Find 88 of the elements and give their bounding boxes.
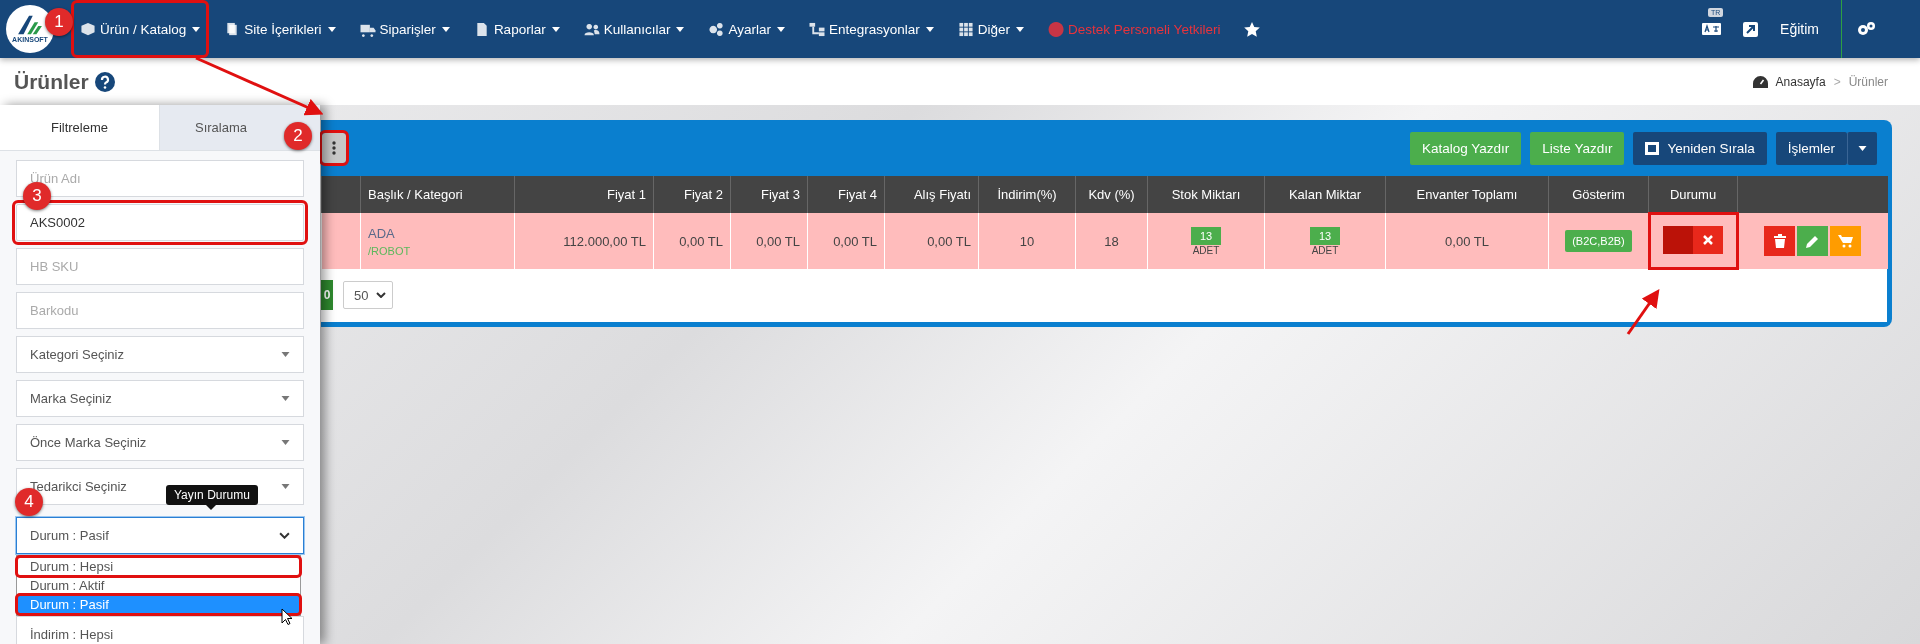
chevron-down-icon [376, 292, 386, 298]
nav-menu-item[interactable]: Ayarlar [702, 3, 791, 55]
price-cell: 0,00 TL [730, 213, 808, 269]
translate-icon[interactable] [1702, 23, 1722, 35]
column-header: Stok Miktarı [1147, 176, 1265, 213]
column-header: Gösterim [1548, 176, 1649, 213]
column-header: Kalan Miktar [1264, 176, 1386, 213]
frame-icon [1645, 141, 1660, 155]
channel-badge: (B2C,B2B) [1565, 230, 1632, 252]
input-field[interactable]: HB SKU [16, 248, 304, 285]
breadcrumb-current: Ürünler [1848, 74, 1888, 89]
price-cell: 0,00 TL [807, 213, 885, 269]
page-button[interactable]: 0 [321, 280, 333, 310]
unit-label: ADET [1191, 244, 1221, 256]
nav-menu-item[interactable]: Entegrasyonlar [803, 3, 940, 55]
dashboard-icon [1752, 75, 1768, 88]
select-field[interactable]: Marka Seçiniz [16, 380, 304, 417]
breadcrumb-separator: > [1833, 74, 1841, 89]
caret-icon [281, 396, 290, 401]
column-header: Fiyat 3 [730, 176, 808, 213]
gears-icon [708, 21, 725, 37]
price-cell: 0,00 TL [884, 213, 979, 269]
expand-icon[interactable] [1743, 21, 1759, 37]
cursor-icon [281, 608, 292, 625]
column-header: Durumu [1648, 176, 1738, 213]
trash-icon [1773, 233, 1786, 248]
grid-icon [957, 21, 974, 37]
column-header: Kdv (%) [1075, 176, 1148, 213]
actions-button[interactable]: İşlemler [1775, 131, 1847, 165]
page-size-select[interactable]: 50 [343, 281, 393, 309]
column-header: Fiyat 4 [807, 176, 885, 213]
stock-badge: 13 [1309, 226, 1341, 245]
edit-button[interactable] [1797, 226, 1829, 257]
product-category: /ROBOT [368, 244, 412, 257]
dropdown-button[interactable] [1847, 131, 1877, 165]
tooltip-pointer-icon [206, 505, 216, 510]
close-icon [1703, 234, 1713, 245]
dropdown-option[interactable]: Durum : Hepsi [17, 557, 300, 576]
stock-badge: 13 [1190, 226, 1222, 245]
input-field[interactable]: Barkodu [16, 292, 304, 329]
settings-icon [1856, 21, 1876, 37]
users-icon [583, 21, 600, 37]
unit-label: ADET [1310, 244, 1340, 256]
page-title: Ürünler [14, 69, 89, 94]
caret-icon [281, 440, 290, 445]
status-select[interactable]: Durum : Pasif [16, 517, 304, 554]
status-toggle[interactable] [1663, 225, 1723, 254]
caret-icon [1858, 145, 1867, 151]
price-cell: 112.000,00 TL [514, 213, 654, 269]
user-name[interactable]: Eğitim [1780, 21, 1819, 37]
dropdown-option[interactable]: Durum : Aktif [17, 576, 300, 595]
chevron-down-icon [279, 532, 290, 539]
sitemap-icon [809, 21, 825, 37]
column-header: İndirim(%) [978, 176, 1076, 213]
discount-cell: 10 [978, 213, 1076, 269]
column-header: Fiyat 2 [653, 176, 731, 213]
select-field[interactable]: Kategori Seçiniz [16, 336, 304, 373]
nav-menu-item[interactable]: Raporlar [467, 3, 566, 55]
price-cell: 0,00 TL [653, 213, 731, 269]
vat-cell: 18 [1075, 213, 1148, 269]
nav-menu-item[interactable]: Site İçerikleri [218, 3, 342, 55]
cart-icon [1838, 234, 1854, 248]
caret-icon [281, 352, 290, 357]
tooltip: Yayın Durumu [166, 485, 258, 505]
filter-toggle-button[interactable] [322, 133, 346, 163]
nav-menu-item[interactable]: Siparişler [353, 3, 456, 55]
column-header: Envanter Toplamı [1385, 176, 1549, 213]
nav-menu-item[interactable]: Diğer [951, 3, 1031, 55]
column-header: Alış Fiyatı [884, 176, 979, 213]
nav-menu-item[interactable]: Kullanıcılar [577, 3, 691, 55]
breadcrumb-link[interactable]: Anasayfa [1775, 74, 1826, 89]
column-header: Başlık / Kategori [360, 176, 515, 213]
more-icon [332, 141, 336, 155]
star-icon[interactable] [1244, 21, 1261, 37]
annotation-arrow [1626, 289, 1660, 335]
delete-button[interactable] [1764, 225, 1796, 256]
pencil-icon [1806, 234, 1820, 248]
caret-icon [281, 484, 290, 489]
inventory-total-cell: 0,00 TL [1385, 213, 1549, 269]
nav-menu-item[interactable]: Ürün / Katalog [74, 3, 207, 55]
column-header: Fiyat 1 [514, 176, 654, 213]
toolbar-button[interactable]: Yeniden Sırala [1633, 131, 1767, 165]
select-field[interactable]: İndirim : Hepsi [16, 616, 304, 644]
select-field[interactable]: Önce Marka Seçiniz [16, 424, 304, 461]
help-icon[interactable] [94, 71, 115, 92]
box-icon [80, 21, 96, 37]
panel-tab[interactable]: Filtreleme [0, 105, 160, 150]
logo-drawing [15, 14, 45, 36]
